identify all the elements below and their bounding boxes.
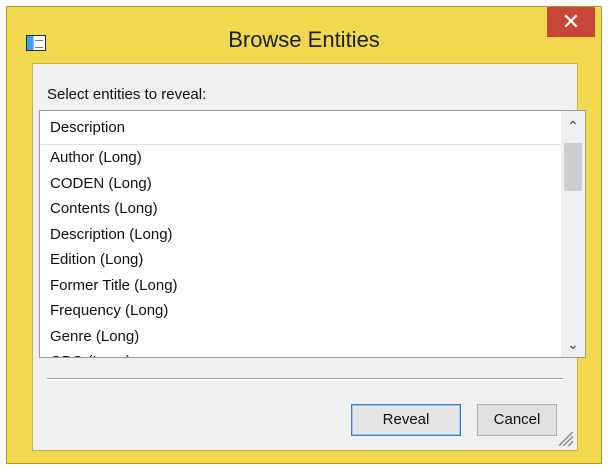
list-item[interactable]: Author (Long)	[40, 145, 561, 171]
separator-line	[47, 378, 563, 380]
column-header-description[interactable]: Description	[40, 111, 561, 145]
vertical-scrollbar[interactable]: ⌃ ⌄	[561, 111, 585, 357]
dialog-body: Select entities to reveal: Description A…	[32, 63, 586, 451]
list-item[interactable]: Description (Long)	[40, 222, 561, 248]
list-item[interactable]: Edition (Long)	[40, 247, 561, 273]
window-title: Browse Entities	[228, 27, 380, 52]
title-bar[interactable]: Browse Entities ✕	[7, 7, 601, 61]
entities-listbox[interactable]: Description Author (Long) CODEN (Long) C…	[39, 110, 586, 358]
scroll-down-arrow-icon[interactable]: ⌄	[561, 333, 585, 355]
close-icon: ✕	[561, 9, 581, 34]
cancel-button[interactable]: Cancel	[477, 404, 557, 436]
list-item[interactable]: Former Title (Long)	[40, 273, 561, 299]
scrollbar-thumb[interactable]	[564, 143, 582, 191]
entities-list: Author (Long) CODEN (Long) Contents (Lon…	[40, 145, 561, 357]
prompt-label: Select entities to reveal:	[47, 86, 207, 103]
reveal-button[interactable]: Reveal	[351, 404, 461, 436]
dialog-window: Browse Entities ✕ Select entities to rev…	[6, 6, 602, 464]
scroll-up-arrow-icon[interactable]: ⌃	[561, 115, 585, 137]
list-item[interactable]: CODEN (Long)	[40, 171, 561, 197]
list-item[interactable]: GPO (Long)	[40, 349, 561, 357]
list-item[interactable]: Genre (Long)	[40, 324, 561, 350]
list-item[interactable]: Contents (Long)	[40, 196, 561, 222]
resize-grip-icon[interactable]	[559, 432, 573, 446]
close-button[interactable]: ✕	[547, 7, 595, 37]
list-item[interactable]: Frequency (Long)	[40, 298, 561, 324]
